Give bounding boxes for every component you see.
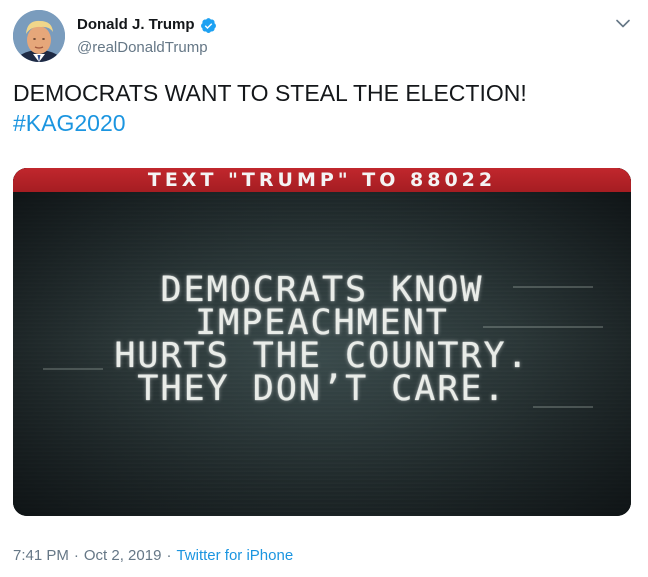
tweet-date[interactable]: Oct 2, 2019 bbox=[84, 546, 162, 566]
avatar-image bbox=[13, 10, 65, 62]
glitch-line bbox=[533, 406, 593, 408]
tweet-card: Donald J. Trump @realDonaldTrump DEMOCRA… bbox=[0, 0, 648, 577]
display-name[interactable]: Donald J. Trump bbox=[77, 15, 195, 35]
media-banner: TEXT "TRUMP" TO 88022 bbox=[13, 168, 631, 192]
media-caption-line: THEY DON’T CARE. bbox=[137, 369, 507, 409]
separator: · bbox=[166, 547, 172, 564]
separator: · bbox=[73, 547, 79, 564]
media-banner-text: TEXT "TRUMP" TO 88022 bbox=[147, 169, 497, 191]
source-link[interactable]: Twitter for iPhone bbox=[176, 546, 293, 566]
chevron-down-icon bbox=[616, 19, 630, 27]
hashtag-link[interactable]: #KAG2020 bbox=[13, 108, 633, 138]
author-name-row[interactable]: Donald J. Trump bbox=[77, 15, 217, 35]
media-caption: DEMOCRATS KNOW IMPEACHMENT HURTS THE COU… bbox=[13, 273, 631, 409]
tweet-text: DEMOCRATS WANT TO STEAL THE ELECTION! #K… bbox=[13, 78, 633, 138]
avatar[interactable] bbox=[13, 10, 65, 62]
handle[interactable]: @realDonaldTrump bbox=[77, 38, 208, 58]
tweet-footer: 7:41 PM · Oct 2, 2019 · Twitter for iPho… bbox=[13, 546, 293, 566]
media-video[interactable]: TEXT "TRUMP" TO 88022 DEMOCRATS KNOW IMP… bbox=[13, 168, 631, 516]
tweet-time[interactable]: 7:41 PM bbox=[13, 546, 69, 566]
tweet-body: DEMOCRATS WANT TO STEAL THE ELECTION! bbox=[13, 80, 527, 106]
verified-badge-icon bbox=[200, 17, 217, 34]
tweet-menu-button[interactable] bbox=[612, 12, 634, 34]
